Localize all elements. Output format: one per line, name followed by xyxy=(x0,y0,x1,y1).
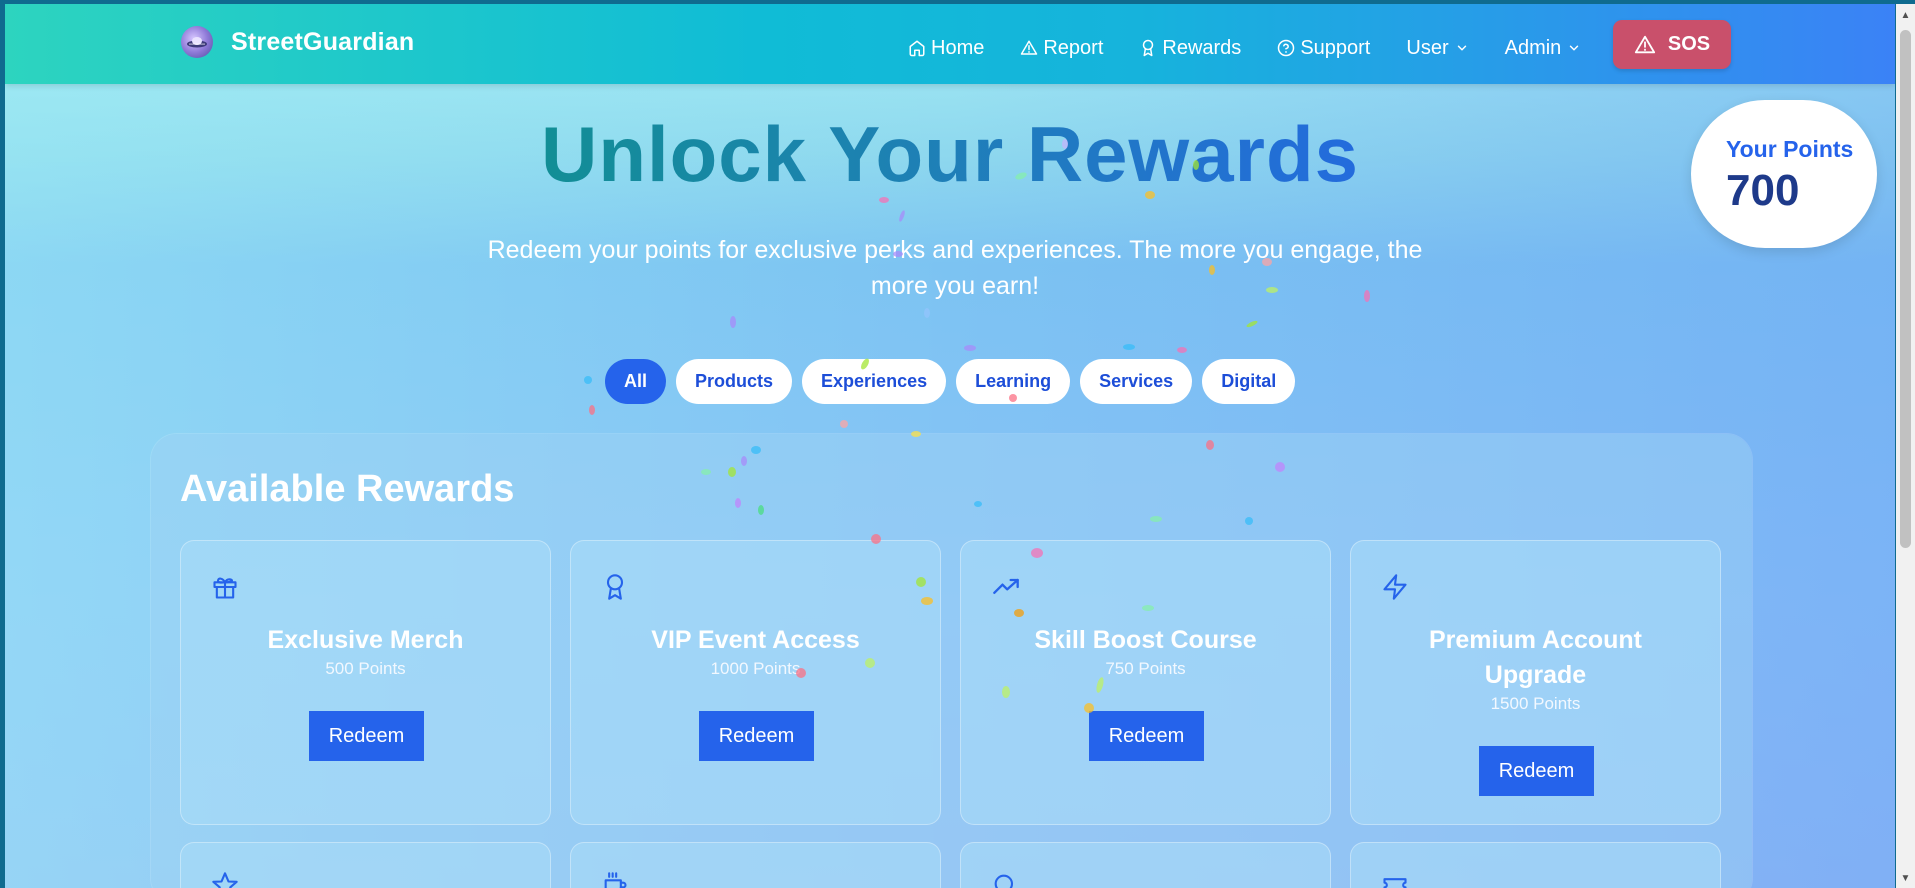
nav-home-label: Home xyxy=(931,36,985,59)
reward-card xyxy=(180,842,551,888)
ticket-icon xyxy=(1383,878,1407,888)
reward-points: 1500 Points xyxy=(1490,694,1581,713)
sos-button[interactable]: SOS xyxy=(1613,20,1731,69)
reward-card: Skill Boost Course 750 Points Redeem xyxy=(960,540,1331,825)
page-frame: StreetGuardian Home Report Rewards Suppo… xyxy=(5,4,1895,888)
page-subtitle: Redeem your points for exclusive perks a… xyxy=(487,236,1423,300)
scroll-up-arrow-icon[interactable]: ▲ xyxy=(1900,10,1911,21)
scroll-down-arrow-icon[interactable]: ▼ xyxy=(1900,873,1911,884)
nav-rewards[interactable]: Rewards xyxy=(1139,37,1241,60)
reward-points: 1000 Points xyxy=(710,659,801,678)
alert-triangle-icon xyxy=(1634,35,1655,53)
reward-name: Skill Boost Course xyxy=(1034,626,1257,654)
points-value: 700 xyxy=(1726,166,1800,215)
points-badge: Your Points 700 xyxy=(1691,100,1877,248)
nav-admin-dropdown[interactable]: Admin xyxy=(1505,37,1582,60)
award-icon xyxy=(1143,39,1154,57)
main-nav: Home Report Rewards Support User Admin xyxy=(908,24,1617,72)
search-icon xyxy=(994,874,1014,888)
rewards-panel: Available Rewards Exclusive Merch 500 Po… xyxy=(151,434,1752,888)
nav-report-label: Report xyxy=(1043,36,1104,59)
filter-experiences[interactable]: Experiences xyxy=(802,359,947,404)
redeem-button[interactable]: Redeem xyxy=(309,711,424,761)
reward-card xyxy=(570,842,941,888)
nav-support[interactable]: Support xyxy=(1277,37,1370,60)
redeem-button[interactable]: Redeem xyxy=(699,711,814,761)
nav-report[interactable]: Report xyxy=(1020,37,1103,60)
filter-services[interactable]: Services xyxy=(1080,359,1193,404)
chevron-down-icon xyxy=(1457,45,1466,51)
nav-rewards-label: Rewards xyxy=(1162,36,1242,59)
page-scrollbar[interactable]: ▲ ▼ xyxy=(1896,4,1915,888)
nav-user-label: User xyxy=(1406,36,1449,59)
redeem-button[interactable]: Redeem xyxy=(1479,746,1594,796)
gift-icon xyxy=(213,577,237,599)
category-filters: All Products Experiences Learning Servic… xyxy=(605,359,1305,404)
award-icon xyxy=(606,574,624,600)
home-icon xyxy=(909,40,925,57)
filter-all[interactable]: All xyxy=(605,359,667,404)
help-circle-icon xyxy=(1278,39,1295,57)
chevron-down-icon xyxy=(1570,45,1579,51)
reward-card: Exclusive Merch 500 Points Redeem xyxy=(180,540,551,825)
rewards-title: Available Rewards xyxy=(180,468,515,510)
brand[interactable]: StreetGuardian xyxy=(181,26,414,58)
sos-label: SOS xyxy=(1667,33,1711,55)
star-icon xyxy=(212,872,238,888)
redeem-button[interactable]: Redeem xyxy=(1089,711,1204,761)
brand-name: StreetGuardian xyxy=(231,27,415,56)
filter-digital[interactable]: Digital xyxy=(1202,359,1296,404)
reward-card: Premium Account Upgrade 1500 Points Rede… xyxy=(1350,540,1721,825)
page-title: Unlock Your Rewards xyxy=(5,109,1895,200)
nav-user-dropdown[interactable]: User xyxy=(1406,37,1468,60)
nav-support-label: Support xyxy=(1300,36,1371,59)
zap-icon xyxy=(1383,574,1407,600)
coffee-icon xyxy=(604,872,627,888)
reward-name: VIP Event Access xyxy=(651,626,860,654)
reward-points: 750 Points xyxy=(1105,659,1186,678)
reward-card xyxy=(1350,842,1721,888)
reward-card: VIP Event Access 1000 Points Redeem xyxy=(570,540,941,825)
nav-home[interactable]: Home xyxy=(908,37,984,60)
filter-learning[interactable]: Learning xyxy=(956,359,1071,404)
filter-products[interactable]: Products xyxy=(676,359,793,404)
trending-up-icon xyxy=(993,578,1019,594)
alert-triangle-icon xyxy=(1021,40,1038,55)
reward-card xyxy=(960,842,1331,888)
scroll-thumb[interactable] xyxy=(1900,30,1911,548)
reward-points: 500 Points xyxy=(325,659,406,678)
reward-name: Exclusive Merch xyxy=(267,626,464,654)
ufo-logo-icon xyxy=(181,26,213,58)
reward-name: Premium Account Upgrade xyxy=(1428,626,1642,689)
points-label: Your Points xyxy=(1726,136,1854,162)
nav-admin-label: Admin xyxy=(1504,36,1562,59)
navbar: StreetGuardian Home Report Rewards Suppo… xyxy=(5,4,1895,84)
